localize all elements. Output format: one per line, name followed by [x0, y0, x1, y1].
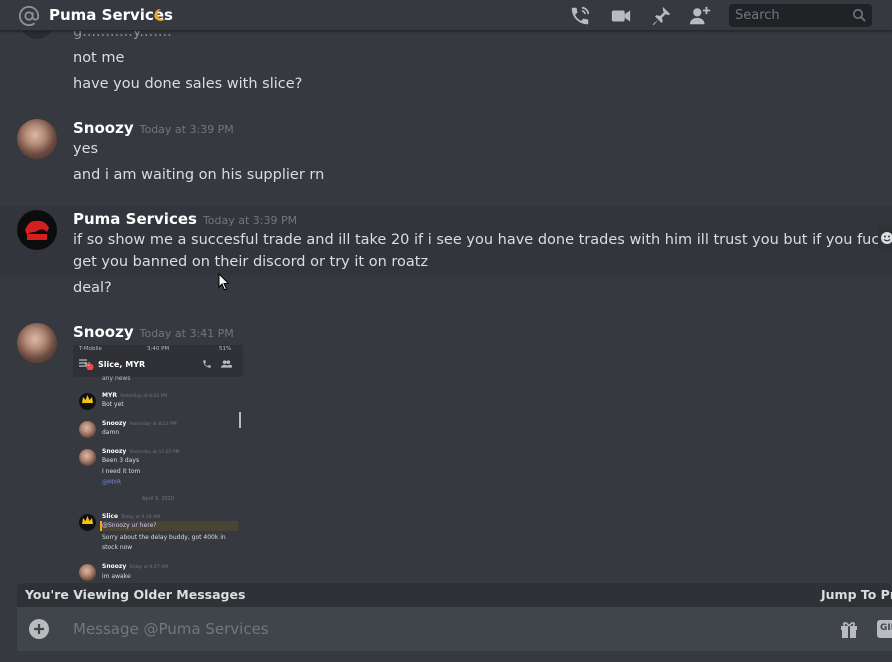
jump-to-present-button[interactable]: Jump To Pre	[821, 587, 892, 602]
username[interactable]: Snoozy	[73, 119, 134, 137]
embedded-top-bar: T-Mobile 3:40 PM 51% 97 Slice, MYR	[73, 345, 243, 377]
smiley-icon	[881, 232, 892, 244]
message-text: g...........y.......	[73, 31, 172, 40]
message-composer: GIF	[17, 607, 892, 651]
embedded-author: MYR Yesterday at 8:20 PM	[102, 392, 167, 399]
message-text: get you banned on their discord or try i…	[73, 254, 429, 270]
search-placeholder: Search	[735, 8, 780, 23]
phone-icon	[203, 360, 211, 368]
embedded-username: Snoozy	[102, 420, 127, 427]
embedded-username: Snoozy	[102, 563, 127, 570]
message-text: deal?	[73, 280, 112, 296]
message-author[interactable]: Snoozy Today at 3:41 PM	[73, 323, 234, 341]
older-messages-label: You're Viewing Older Messages	[25, 587, 246, 602]
gif-button[interactable]: GIF	[877, 620, 892, 638]
embedded-timestamp: Today at 9:27 AM	[129, 565, 169, 570]
embedded-carrier: T-Mobile	[79, 346, 102, 352]
embedded-username: Snoozy	[102, 448, 127, 455]
username[interactable]: Snoozy	[73, 323, 134, 341]
embedded-mention: @MYR	[102, 479, 122, 486]
pinned-messages-icon[interactable]	[650, 5, 672, 27]
puma-logo-icon	[18, 211, 56, 249]
message-text: yes	[73, 141, 99, 157]
embedded-message-text: any news	[102, 375, 131, 382]
message-text: have you done sales with slice?	[73, 76, 303, 92]
message-author[interactable]: Puma Services Today at 3:39 PM	[73, 210, 297, 228]
upload-button[interactable]	[29, 619, 49, 639]
members-icon	[221, 360, 232, 368]
gift-icon[interactable]	[839, 619, 859, 639]
embedded-avatar	[79, 421, 96, 438]
embedded-avatar	[79, 514, 96, 531]
embedded-message-text: Bot yet	[102, 401, 124, 408]
older-messages-bar: You're Viewing Older Messages Jump To Pr…	[17, 583, 892, 607]
embedded-message-text: damn	[102, 429, 120, 436]
embedded-author: Snoozy Yesterday at 8:22 PM	[102, 420, 177, 427]
avatar[interactable]	[17, 210, 57, 250]
at-sign-icon	[18, 5, 40, 26]
embedded-scrollbar	[239, 412, 241, 428]
unread-badge: 97	[85, 362, 91, 367]
embedded-battery: 51%	[219, 346, 232, 352]
embedded-timestamp: Yesterday at 8:22 PM	[129, 422, 177, 427]
embedded-avatar	[79, 564, 96, 581]
embedded-channel-title: Slice, MYR	[98, 360, 146, 369]
avatar[interactable]	[17, 119, 57, 159]
embedded-message-text: im awake	[102, 573, 131, 580]
embedded-message-text: Sorry about the delay buddy, got 400k in	[102, 534, 226, 541]
embedded-author: Snoozy Yesterday at 11:07 PM	[102, 448, 179, 455]
message-text: not me	[73, 50, 125, 66]
embedded-message-text: stock now	[102, 544, 133, 551]
embedded-timestamp: Yesterday at 11:07 PM	[129, 450, 180, 455]
embedded-message-text: @Snoozy ur here?	[102, 522, 157, 529]
crown-icon	[82, 395, 93, 403]
voice-call-icon[interactable]	[569, 5, 591, 27]
embedded-username: MYR	[102, 392, 117, 399]
message-input[interactable]	[73, 619, 773, 639]
video-call-icon[interactable]	[610, 5, 632, 27]
embedded-timestamp: Yesterday at 8:20 PM	[119, 394, 168, 399]
embedded-clock: 3:40 PM	[147, 346, 170, 352]
plus-icon	[34, 624, 44, 634]
message-list[interactable]: g...........y....... not me have you don…	[0, 31, 892, 583]
embedded-date-divider: April 9, 2020	[141, 496, 175, 502]
mouse-cursor-icon	[218, 273, 230, 291]
embedded-message-text: Been 3 days	[102, 457, 140, 464]
embedded-author: Slice Today at 6:19 AM	[102, 513, 160, 520]
embedded-avatar	[79, 393, 96, 410]
embedded-author: Snoozy Today at 9:27 AM	[102, 563, 168, 570]
attachment-image[interactable]: T-Mobile 3:40 PM 51% 97 Slice, MYR any n…	[73, 345, 243, 583]
embedded-message-text: I need it tom	[102, 468, 141, 475]
crown-icon	[82, 516, 93, 524]
search-input[interactable]: Search	[729, 4, 872, 27]
message-timestamp: Today at 3:41 PM	[139, 327, 234, 340]
gif-label: GIF	[880, 623, 892, 633]
channel-header: Puma Services Search	[0, 0, 892, 31]
message-text: and i am waiting on his supplier rn	[73, 167, 325, 183]
search-icon	[853, 9, 866, 22]
embedded-avatar	[79, 449, 96, 466]
username[interactable]: Puma Services	[73, 210, 197, 228]
avatar[interactable]	[17, 323, 57, 363]
message-author[interactable]: Snoozy Today at 3:39 PM	[73, 119, 234, 137]
add-friend-to-dm-icon[interactable]	[689, 5, 711, 27]
embedded-timestamp: Today at 6:19 AM	[121, 515, 160, 520]
message-timestamp: Today at 3:39 PM	[139, 123, 234, 136]
message-text: if so show me a succesful trade and ill …	[73, 232, 892, 248]
idle-status-moon-icon	[155, 9, 165, 21]
avatar[interactable]	[20, 31, 54, 39]
embedded-username: Slice	[102, 513, 119, 520]
message-timestamp: Today at 3:39 PM	[202, 214, 298, 227]
reaction-button[interactable]	[878, 225, 892, 251]
